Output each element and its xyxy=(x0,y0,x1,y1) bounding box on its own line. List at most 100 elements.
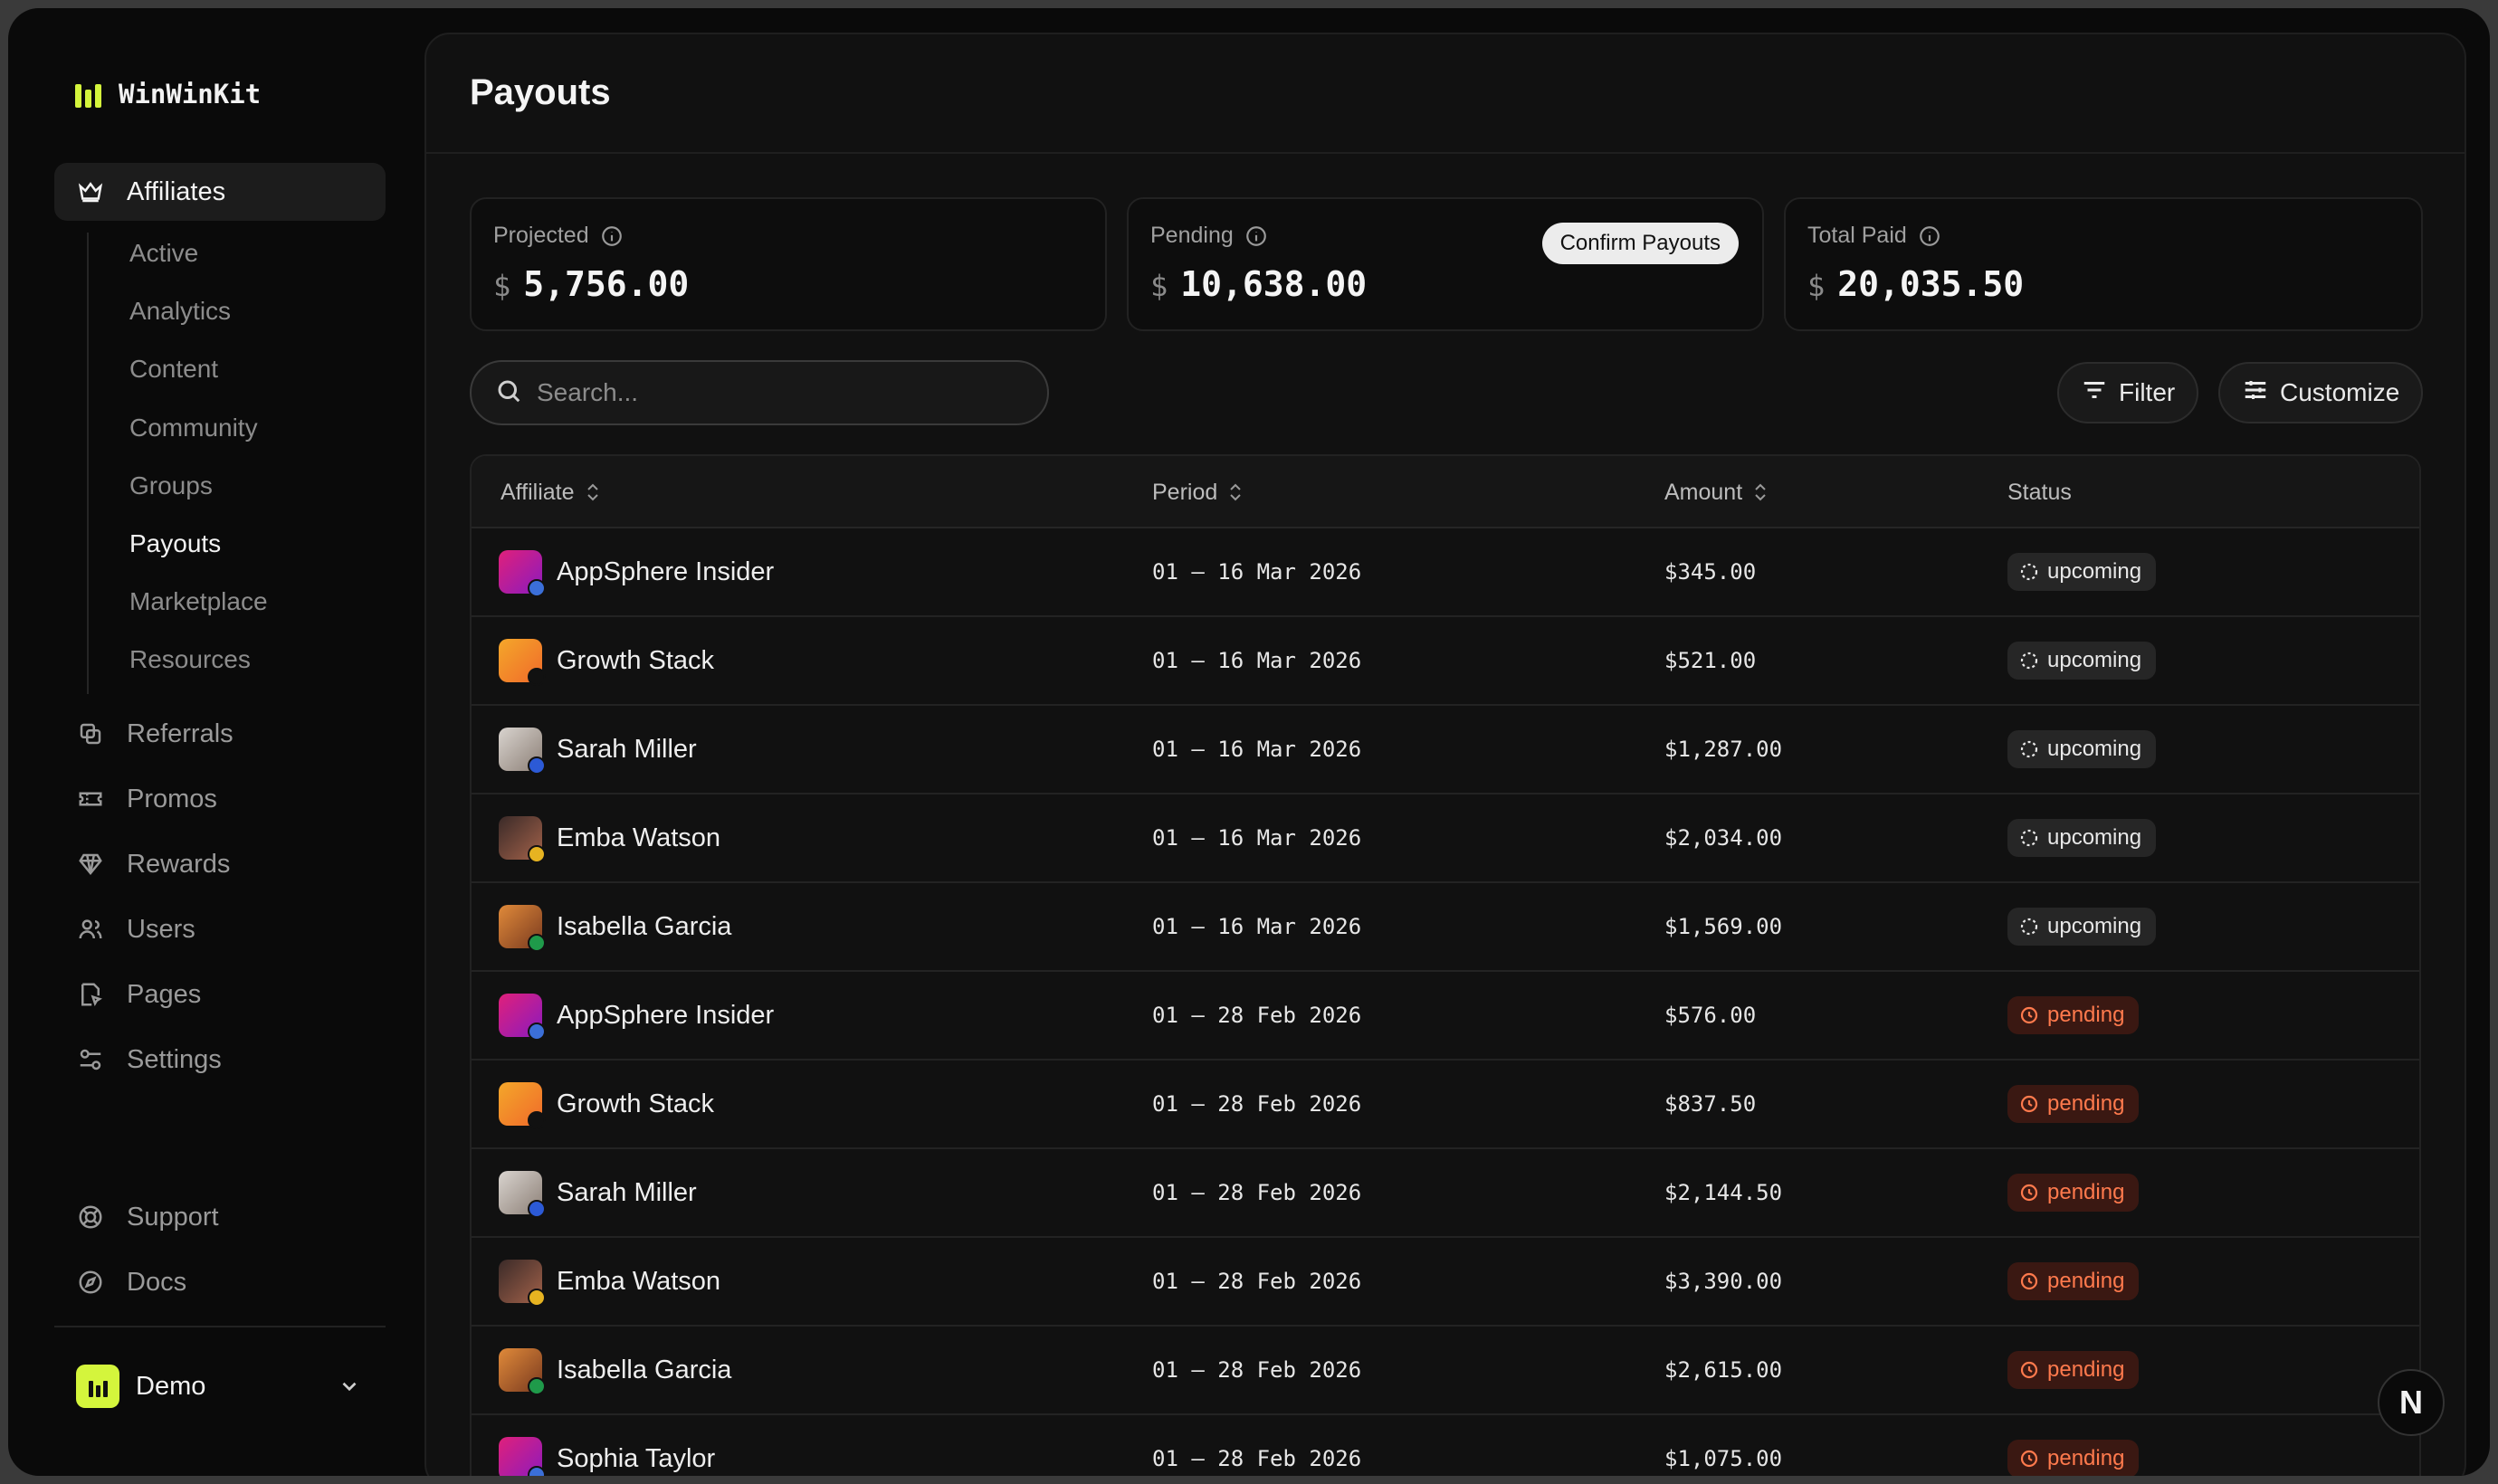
sidebar-item-referrals[interactable]: Referrals xyxy=(54,705,386,763)
affiliate-cell[interactable]: Isabella Garcia xyxy=(499,1327,731,1413)
stat-amount: 5,756.00 xyxy=(523,264,690,304)
stat-amount: 20,035.50 xyxy=(1837,264,2025,304)
affiliate-cell[interactable]: Emba Watson xyxy=(499,794,720,881)
stat-card-projected: Projected $ 5,756.00 xyxy=(470,197,1107,331)
crown-icon xyxy=(76,177,105,206)
affiliate-cell[interactable]: Growth Stack xyxy=(499,617,714,704)
search-box[interactable] xyxy=(470,360,1049,425)
table-row[interactable]: Isabella Garcia 01 – 16 Mar 2026 $1,569.00… xyxy=(472,883,2419,972)
table-row[interactable]: Sarah Miller 01 – 28 Feb 2026 $2,144.50 pen… xyxy=(472,1149,2419,1238)
sidebar-item-label: Pages xyxy=(127,979,202,1009)
period-cell: 01 – 16 Mar 2026 xyxy=(1152,737,1362,762)
sidebar-item-docs[interactable]: Docs xyxy=(54,1253,386,1311)
sidebar-item-support[interactable]: Support xyxy=(54,1188,386,1246)
subnav-item-content[interactable]: Content xyxy=(129,347,218,392)
customize-sliders-icon xyxy=(2242,376,2269,410)
sidebar-item-pages[interactable]: Pages xyxy=(54,966,386,1023)
status-cell: upcoming xyxy=(2007,528,2157,615)
avatar xyxy=(499,905,546,952)
filter-button[interactable]: Filter xyxy=(2057,362,2199,423)
period-cell: 01 – 28 Feb 2026 xyxy=(1152,1091,1362,1117)
payouts-table: Affiliate Period Amount Status AppSphere… xyxy=(470,454,2421,1476)
avatar xyxy=(499,1082,546,1129)
status-badge: pending xyxy=(2007,996,2140,1034)
avatar xyxy=(499,816,546,863)
sidebar-item-label: Docs xyxy=(127,1267,187,1297)
table-row[interactable]: Growth Stack 01 – 28 Feb 2026 $837.50 pendi… xyxy=(472,1061,2419,1149)
subnav-item-resources[interactable]: Resources xyxy=(129,637,251,682)
affiliate-cell[interactable]: AppSphere Insider xyxy=(499,972,774,1059)
avatar xyxy=(499,1437,546,1476)
status-cell: upcoming xyxy=(2007,706,2157,793)
search-input[interactable] xyxy=(537,378,1007,407)
affiliate-cell[interactable]: Sophia Taylor xyxy=(499,1415,715,1476)
sidebar-item-label: Affiliates xyxy=(127,176,226,206)
confirm-payouts-button[interactable]: Confirm Payouts xyxy=(1541,223,1739,264)
table-header: Affiliate Period Amount Status xyxy=(472,456,2419,528)
pending-clock-icon xyxy=(2020,1184,2038,1202)
info-icon[interactable] xyxy=(1244,224,1268,248)
sidebar-item-label: Users xyxy=(127,914,195,944)
status-badge: pending xyxy=(2007,1440,2140,1476)
subnav-item-analytics[interactable]: Analytics xyxy=(129,289,231,334)
status-badge: pending xyxy=(2007,1085,2140,1123)
table-row[interactable]: Isabella Garcia 01 – 28 Feb 2026 $2,615.00… xyxy=(472,1327,2419,1415)
stat-label-text: Projected xyxy=(493,223,589,248)
table-row[interactable]: Sophia Taylor 01 – 28 Feb 2026 $1,075.00 pe… xyxy=(472,1415,2419,1476)
table-row[interactable]: AppSphere Insider 01 – 16 Mar 2026 $345.00… xyxy=(472,528,2419,617)
amount-cell: $3,390.00 xyxy=(1664,1269,1783,1294)
country-flag-icon xyxy=(528,934,546,952)
affiliate-cell[interactable]: Emba Watson xyxy=(499,1238,720,1325)
country-flag-icon xyxy=(528,1289,546,1307)
status-cell: pending xyxy=(2007,1415,2140,1476)
amount-cell: $1,075.00 xyxy=(1664,1446,1783,1471)
status-text: upcoming xyxy=(2047,648,2142,672)
subnav-item-payouts[interactable]: Payouts xyxy=(129,521,221,566)
sidebar-item-label: Rewards xyxy=(127,849,231,879)
table-row[interactable]: AppSphere Insider 01 – 28 Feb 2026 $576.00… xyxy=(472,972,2419,1061)
table-row[interactable]: Sarah Miller 01 – 16 Mar 2026 $1,287.00 upc… xyxy=(472,706,2419,794)
column-header-period[interactable]: Period xyxy=(1152,456,1244,528)
status-cell: upcoming xyxy=(2007,617,2157,704)
sidebar-item-users[interactable]: Users xyxy=(54,900,386,958)
subnav-item-groups[interactable]: Groups xyxy=(129,463,213,509)
status-cell: pending xyxy=(2007,972,2140,1059)
customize-button[interactable]: Customize xyxy=(2218,362,2424,423)
column-header-amount[interactable]: Amount xyxy=(1664,456,1769,528)
sidebar-item-affiliates[interactable]: Affiliates xyxy=(54,163,386,221)
country-flag-icon xyxy=(528,1111,546,1129)
brand[interactable]: WinWinKit xyxy=(75,79,261,109)
stat-card-pending: Pending $ 10,638.00 Confirm Payouts xyxy=(1127,197,1764,331)
status-text: pending xyxy=(2047,1446,2125,1470)
floating-action-button[interactable]: N xyxy=(2378,1369,2445,1436)
filter-label: Filter xyxy=(2119,378,2176,406)
sidebar-item-rewards[interactable]: Rewards xyxy=(54,835,386,893)
workspace-switcher[interactable]: Demo xyxy=(54,1353,386,1420)
status-badge: upcoming xyxy=(2007,908,2157,946)
sort-icon xyxy=(1755,483,1766,501)
affiliate-cell[interactable]: Growth Stack xyxy=(499,1061,714,1147)
amount-cell: $1,287.00 xyxy=(1664,737,1783,762)
sidebar-item-promos[interactable]: Promos xyxy=(54,770,386,828)
affiliate-cell[interactable]: Sarah Miller xyxy=(499,1149,697,1236)
table-row[interactable]: Emba Watson 01 – 28 Feb 2026 $3,390.00 pend… xyxy=(472,1238,2419,1327)
sidebar-item-settings[interactable]: Settings xyxy=(54,1031,386,1089)
affiliate-cell[interactable]: AppSphere Insider xyxy=(499,528,774,615)
affiliate-cell[interactable]: Isabella Garcia xyxy=(499,883,731,970)
stat-label: Total Paid xyxy=(1807,223,1941,249)
table-row[interactable]: Emba Watson 01 – 16 Mar 2026 $2,034.00 upco… xyxy=(472,794,2419,883)
subnav-item-marketplace[interactable]: Marketplace xyxy=(129,579,268,624)
pending-clock-icon xyxy=(2020,1450,2038,1468)
info-icon[interactable] xyxy=(1918,224,1941,248)
referrals-icon xyxy=(76,719,105,748)
table-row[interactable]: Growth Stack 01 – 16 Mar 2026 $521.00 upcom… xyxy=(472,617,2419,706)
column-header-affiliate[interactable]: Affiliate xyxy=(501,456,602,528)
workspace-logo-icon xyxy=(76,1365,119,1408)
subnav-item-community[interactable]: Community xyxy=(129,405,258,451)
status-text: upcoming xyxy=(2047,914,2142,938)
period-cell: 01 – 28 Feb 2026 xyxy=(1152,1357,1362,1383)
subnav-item-active[interactable]: Active xyxy=(129,231,198,276)
info-icon[interactable] xyxy=(600,224,624,248)
affiliate-cell[interactable]: Sarah Miller xyxy=(499,706,697,793)
sidebar: WinWinKit Affiliates Active Analytics Co… xyxy=(8,8,424,1476)
